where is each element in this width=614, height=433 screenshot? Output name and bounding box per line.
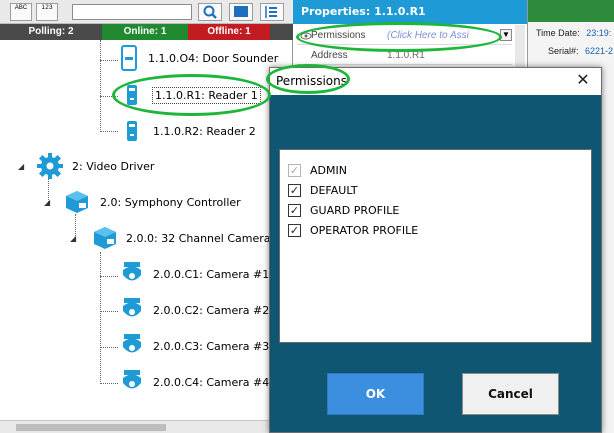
status-bar: Polling: 2 Online: 1 Offline: 1 [0,24,293,40]
dialog-title: Permissions [276,74,347,88]
tree-node-label: 1.1.0.R1: Reader 1 [152,86,261,104]
dome-camera-icon [123,334,141,353]
property-value: 1.1.0.R1 [387,49,425,61]
tree-connector [100,252,101,384]
sort-icon [265,6,277,18]
abc-sort-button[interactable]: ABC [10,3,32,21]
horizontal-scrollbar[interactable] [0,420,293,433]
time-date-row: Time Date: 23:19: [536,28,611,38]
checkbox-icon[interactable]: ✓ [288,223,301,237]
serial-value: 6221-2 [585,46,614,56]
permission-label: DEFAULT [310,183,358,197]
search-icon [203,5,217,19]
property-row-permissions[interactable]: Permissions (Click Here to Assi ▼ [297,26,512,45]
permission-label: OPERATOR PROFILE [310,223,419,237]
permission-item-guard-profile[interactable]: ✓ GUARD PROFILE [288,200,399,220]
tree-connector [100,311,118,312]
controller-cube-icon [94,227,116,249]
numeric-sort-button[interactable]: 1 2 3 [36,3,58,21]
tree-node-label: 2.0.0.C2: Camera #2 [153,303,270,317]
permissions-list: ✓ ADMIN ✓ DEFAULT ✓ GUARD PROFILE ✓ OPER… [279,149,592,343]
collapse-toggle[interactable]: ◢ [18,162,24,171]
output-device-icon [121,45,137,71]
abc-sort-label: ABC [14,5,28,11]
search-input[interactable] [72,4,192,20]
permission-item-operator-profile[interactable]: ✓ OPERATOR PROFILE [288,220,418,240]
checkbox-icon[interactable]: ✓ [288,203,301,217]
scrollbar-thumb[interactable] [16,424,166,431]
collapse-toggle[interactable]: ◢ [44,198,50,207]
tree-node-label: 2.0.0.C3: Camera #3 [153,339,270,353]
tree-node-reader-1[interactable]: 1.1.0.R1: Reader 1 [126,83,261,107]
offline-count[interactable]: Offline: 1 [188,24,270,40]
property-row-address[interactable]: Address 1.1.0.R1 [297,46,512,65]
monitor-icon [234,6,248,17]
tree-node-label: 1.1.0.R2: Reader 2 [153,124,256,138]
tree-node-label: 1.1.0.O4: Door Sounder [148,51,279,65]
vertical-scrollbar[interactable] [515,25,525,73]
checkbox-icon: ✓ [288,163,301,177]
time-date-value: 23:19: [586,28,612,38]
permissions-dialog: Permissions ✕ ✓ ADMIN ✓ DEFAULT ✓ GUARD … [269,67,602,433]
tree-toolbar: ABC 1 2 3 [0,0,293,24]
status-bar-extra [270,24,293,40]
tree-node-label: 2.0.0: 32 Channel Camera Sy [126,231,288,245]
chevron-down-icon[interactable]: ▼ [500,29,512,41]
tree-node-door-sounder[interactable]: 1.1.0.O4: Door Sounder [120,45,279,71]
sort-button[interactable] [260,3,284,21]
property-value[interactable]: (Click Here to Assi [387,30,500,41]
checkbox-icon[interactable]: ✓ [288,183,301,197]
detail-header [528,0,614,22]
dome-camera-icon [123,298,141,317]
card-reader-icon [127,121,137,141]
tree-node-reader-2[interactable]: 1.1.0.R2: Reader 2 [126,119,256,143]
tree-connector [100,131,118,132]
permission-item-default[interactable]: ✓ DEFAULT [288,180,358,200]
search-button[interactable] [198,3,222,21]
tree-node-label: 2.0.0.C1: Camera #1 [153,267,270,281]
serial-label: Serial#: [548,46,579,56]
time-date-label: Time Date: [536,28,580,38]
tree-connector [100,276,118,277]
permission-item-admin: ✓ ADMIN [288,160,347,180]
device-tree-panel: ABC 1 2 3 Polling: 2 Online: 1 Offline: … [0,0,293,433]
tree-connector [100,60,118,61]
tree-connector [100,383,118,384]
tree-node-label: 2.0: Symphony Controller [100,195,241,209]
serial-row: Serial#: 6221-2 [548,46,613,56]
tree-node-symphony-controller[interactable]: 2.0: Symphony Controller [64,190,241,214]
tree-node-camera-4[interactable]: 2.0.0.C4: Camera #4 [120,370,269,394]
dome-camera-icon [123,262,141,281]
gear-icon [37,153,63,179]
tree-connector [100,96,118,97]
tree-node-camera-system[interactable]: 2.0.0: 32 Channel Camera Sy [92,226,288,250]
card-reader-icon [127,85,137,105]
permission-label: ADMIN [310,163,347,177]
tree-node-camera-2[interactable]: 2.0.0.C2: Camera #2 [120,298,269,322]
properties-title: Properties: 1.1.0.R1 [293,0,527,24]
dialog-title-bar: Permissions ✕ [270,68,601,95]
collapse-toggle[interactable]: ◢ [70,234,76,243]
properties-panel: Properties: 1.1.0.R1 Permissions (Click … [293,0,527,75]
property-key: Address [311,49,348,61]
polling-count[interactable]: Polling: 2 [0,24,102,40]
dome-camera-icon [123,370,141,389]
close-icon[interactable]: ✕ [573,71,593,91]
monitor-button[interactable] [229,3,253,21]
tree-node-camera-3[interactable]: 2.0.0.C3: Camera #3 [120,334,269,358]
permission-label: GUARD PROFILE [310,203,400,217]
tree-node-label: 2: Video Driver [72,159,155,173]
online-count[interactable]: Online: 1 [102,24,188,40]
tree-connector [100,40,101,132]
cancel-button[interactable]: Cancel [462,373,559,415]
tree-node-camera-1[interactable]: 2.0.0.C1: Camera #1 [120,262,269,286]
tree-node-video-driver[interactable]: 2: Video Driver [36,153,155,179]
tree-connector [100,347,118,348]
tree-node-label: 2.0.0.C4: Camera #4 [153,375,270,389]
numeric-sort-label: 1 2 3 [41,5,53,11]
controller-cube-icon [66,191,88,213]
eye-icon [300,32,312,40]
ok-button[interactable]: OK [327,373,424,415]
